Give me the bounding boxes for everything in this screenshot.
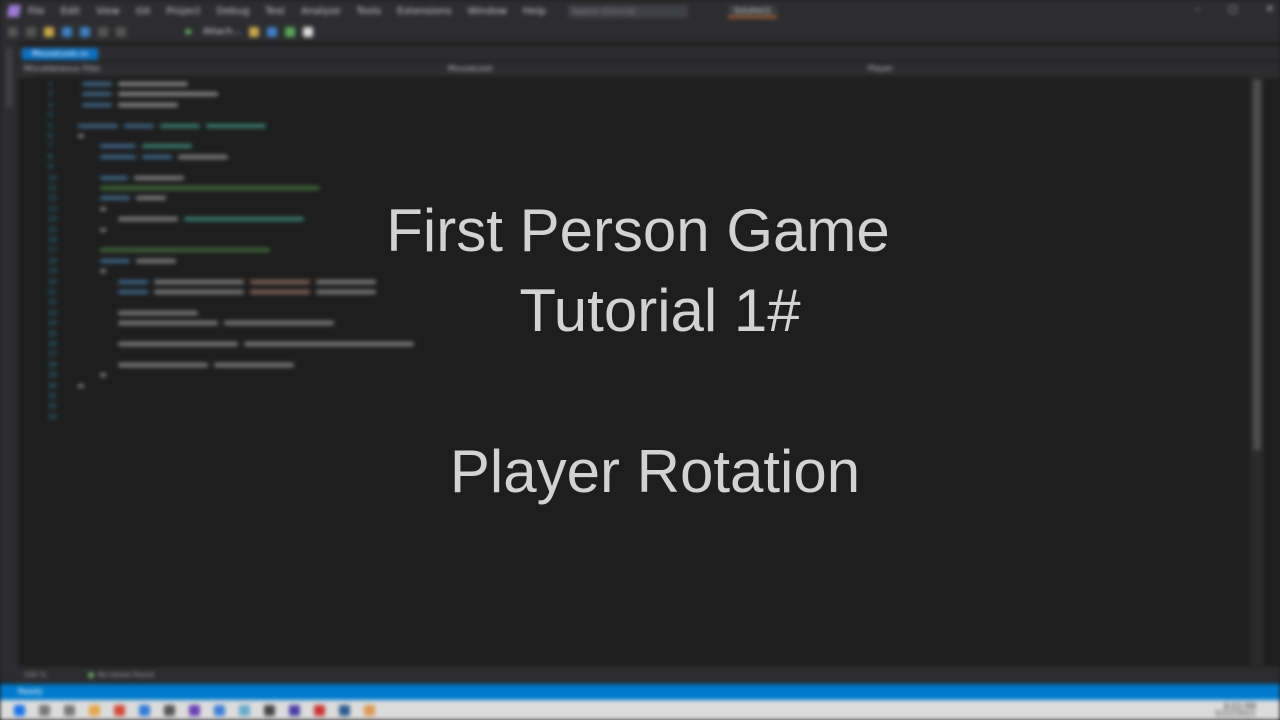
title-line-1: First Person Game [386,197,890,264]
subtitle: Player Rotation [449,438,861,505]
title-line-2: Tutorial 1# [519,277,801,344]
title-overlay: First Person Game Tutorial 1# Player Rot… [0,0,1280,720]
